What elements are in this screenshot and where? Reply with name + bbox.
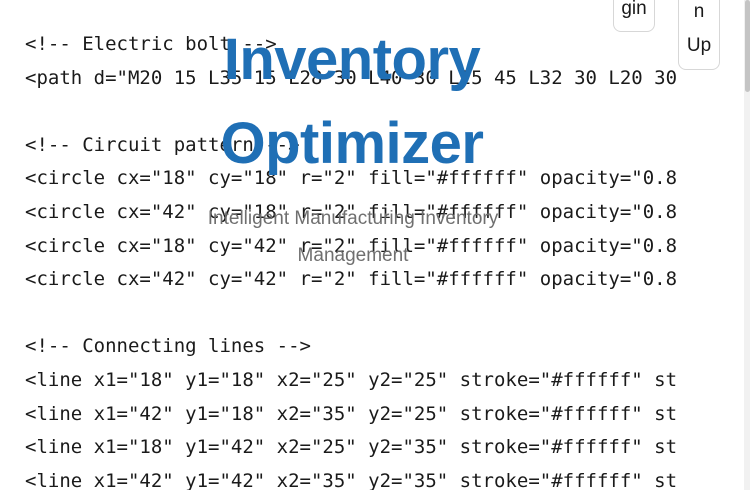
code-line: <line x1="42" y1="18" x2="35" y2="25" st… bbox=[25, 402, 678, 425]
scrollbar-thumb[interactable] bbox=[745, 0, 750, 92]
code-line: <line x1="42" y1="42" x2="35" y2="35" st… bbox=[25, 469, 678, 490]
page: <!-- Electric bolt --> <path d="M20 15 L3… bbox=[0, 0, 750, 490]
code-line: <!-- Connecting lines --> bbox=[25, 335, 311, 358]
page-subtitle: Intelligent Manufacturing Inventory Mana… bbox=[207, 208, 499, 266]
page-title: Inventory Optimizer bbox=[220, 27, 485, 176]
login-button[interactable]: gin bbox=[613, 0, 655, 32]
code-line: <line x1="18" y1="42" x2="25" y2="35" st… bbox=[25, 436, 678, 459]
signup-button[interactable]: n Up bbox=[678, 0, 720, 70]
code-line: <line x1="18" y1="18" x2="25" y2="25" st… bbox=[25, 368, 678, 391]
signup-label-top: n bbox=[693, 1, 705, 22]
signup-label-bottom: Up bbox=[686, 35, 712, 56]
